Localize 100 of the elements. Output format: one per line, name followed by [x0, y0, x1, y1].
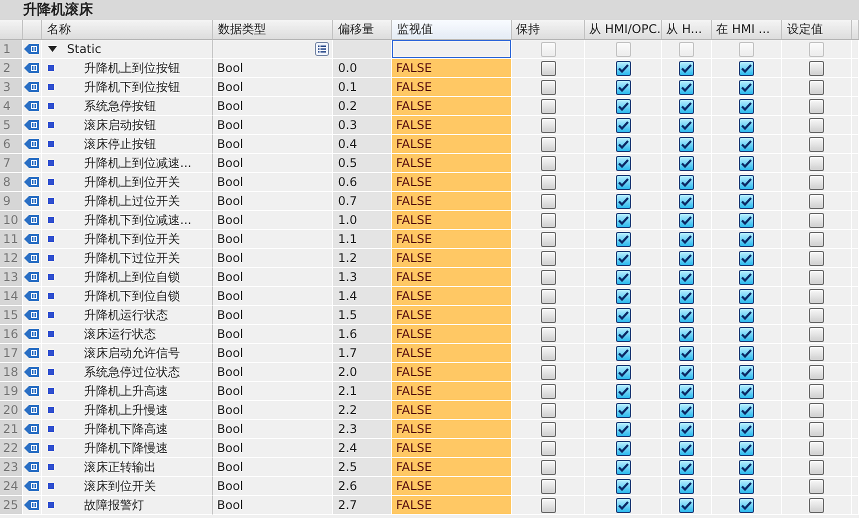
checkbox[interactable] [616, 80, 630, 94]
checkbox[interactable] [739, 118, 754, 132]
column-header[interactable]: 保持 [512, 20, 585, 39]
checkbox[interactable] [616, 422, 630, 436]
monitor-value-field[interactable]: FALSE [392, 249, 512, 268]
monitor-value-field[interactable]: FALSE [392, 154, 512, 173]
checkbox[interactable] [809, 250, 824, 266]
checkbox[interactable] [809, 308, 824, 322]
checkbox[interactable] [540, 250, 556, 266]
checkbox[interactable] [540, 60, 556, 76]
checkbox[interactable] [809, 364, 824, 380]
checkbox[interactable] [540, 194, 556, 208]
checkbox[interactable] [739, 80, 754, 94]
checkbox[interactable] [540, 346, 556, 360]
monitor-value-field[interactable]: FALSE [392, 192, 512, 211]
checkbox[interactable] [616, 232, 630, 246]
checkbox[interactable] [540, 364, 556, 380]
checkbox[interactable] [616, 308, 630, 322]
checkbox[interactable] [739, 422, 754, 436]
checkbox[interactable] [809, 422, 824, 436]
monitor-value-field[interactable]: FALSE [392, 135, 512, 154]
expand-icon[interactable] [48, 46, 57, 52]
checkbox[interactable] [679, 212, 694, 228]
monitor-value-field[interactable]: FALSE [392, 230, 512, 249]
checkbox[interactable] [739, 212, 754, 228]
checkbox[interactable] [739, 478, 754, 494]
checkbox[interactable] [616, 174, 630, 190]
checkbox[interactable] [616, 460, 630, 474]
checkbox[interactable] [739, 326, 754, 342]
checkbox[interactable] [739, 402, 754, 418]
checkbox[interactable] [616, 156, 630, 170]
checkbox[interactable] [739, 346, 754, 360]
monitor-value-field[interactable]: FALSE [392, 363, 512, 382]
checkbox[interactable] [809, 194, 824, 208]
checkbox[interactable] [809, 384, 824, 398]
checkbox[interactable] [540, 460, 556, 474]
checkbox[interactable] [679, 194, 694, 208]
checkbox[interactable] [679, 98, 694, 114]
checkbox[interactable] [540, 288, 556, 304]
checkbox[interactable] [809, 498, 824, 512]
checkbox[interactable] [809, 174, 824, 190]
checkbox[interactable] [616, 402, 630, 418]
checkbox[interactable] [540, 308, 556, 322]
monitor-value-field[interactable]: FALSE [392, 173, 512, 192]
checkbox[interactable] [739, 270, 754, 284]
monitor-value-field[interactable]: FALSE [392, 287, 512, 306]
column-header[interactable]: 名称 [42, 20, 213, 39]
checkbox[interactable] [809, 212, 824, 228]
checkbox[interactable] [616, 98, 630, 114]
checkbox[interactable] [809, 440, 824, 456]
checkbox[interactable] [540, 156, 556, 170]
checkbox[interactable] [540, 440, 556, 456]
checkbox[interactable] [679, 270, 694, 284]
checkbox[interactable] [679, 156, 694, 170]
checkbox[interactable] [809, 118, 824, 132]
checkbox[interactable] [739, 308, 754, 322]
checkbox[interactable] [616, 326, 630, 342]
checkbox[interactable] [616, 250, 630, 266]
monitor-value-field[interactable]: FALSE [392, 344, 512, 363]
checkbox[interactable] [540, 384, 556, 398]
checkbox[interactable] [679, 402, 694, 418]
checkbox[interactable] [679, 288, 694, 304]
checkbox[interactable] [679, 422, 694, 436]
checkbox[interactable] [616, 118, 630, 132]
checkbox[interactable] [616, 440, 630, 456]
checkbox[interactable] [540, 136, 556, 152]
checkbox[interactable] [540, 212, 556, 228]
checkbox[interactable] [809, 326, 824, 342]
monitor-value-field[interactable]: FALSE [392, 382, 512, 401]
checkbox[interactable] [616, 60, 630, 76]
checkbox[interactable] [739, 136, 754, 152]
monitor-value-field[interactable]: FALSE [392, 325, 512, 344]
checkbox[interactable] [540, 174, 556, 190]
checkbox[interactable] [679, 80, 694, 94]
monitor-value-field[interactable]: FALSE [392, 439, 512, 458]
checkbox[interactable] [739, 364, 754, 380]
checkbox[interactable] [540, 98, 556, 114]
checkbox[interactable] [679, 364, 694, 380]
checkbox[interactable] [679, 250, 694, 266]
checkbox[interactable] [679, 174, 694, 190]
checkbox[interactable] [679, 326, 694, 342]
checkbox[interactable] [616, 346, 630, 360]
monitor-value-field[interactable]: FALSE [392, 268, 512, 287]
monitor-value-field[interactable]: FALSE [392, 496, 512, 515]
checkbox[interactable] [540, 326, 556, 342]
checkbox[interactable] [739, 440, 754, 456]
checkbox[interactable] [809, 232, 824, 246]
checkbox[interactable] [739, 194, 754, 208]
column-header[interactable]: 设定值 [782, 20, 852, 39]
checkbox[interactable] [679, 440, 694, 456]
monitor-value-field[interactable]: FALSE [392, 306, 512, 325]
checkbox[interactable] [809, 288, 824, 304]
checkbox[interactable] [739, 288, 754, 304]
checkbox[interactable] [809, 98, 824, 114]
column-header[interactable]: 数据类型 [213, 20, 333, 39]
checkbox[interactable] [809, 478, 824, 494]
checkbox[interactable] [739, 384, 754, 398]
checkbox[interactable] [809, 60, 824, 76]
column-header[interactable]: 从 H... [662, 20, 712, 39]
checkbox[interactable] [739, 174, 754, 190]
